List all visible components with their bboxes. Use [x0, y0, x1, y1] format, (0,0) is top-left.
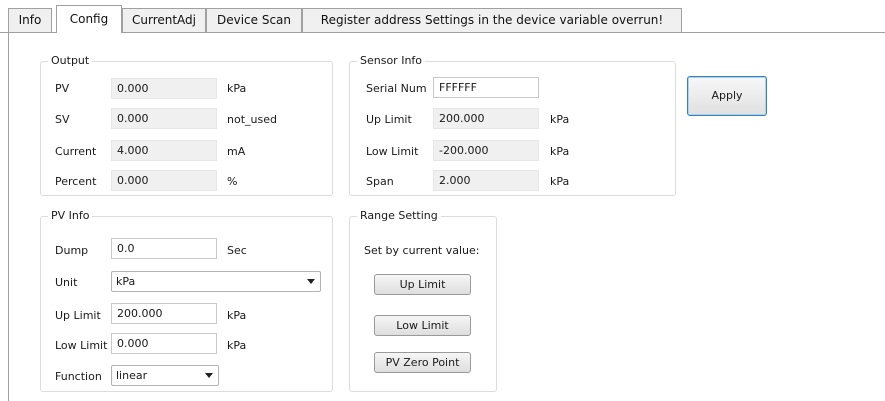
sv-unit: not_used — [227, 113, 277, 126]
span-unit: kPa — [550, 175, 570, 188]
function-label: Function — [55, 370, 102, 383]
sv-value: 0.000 — [111, 108, 217, 129]
function-select-value: linear — [116, 369, 148, 382]
pv-up-limit-label: Up Limit — [55, 309, 101, 322]
span-value: 2.000 — [433, 170, 539, 191]
output-group-title: Output — [48, 54, 93, 67]
serial-num-label: Serial Num — [366, 82, 427, 95]
apply-button[interactable]: Apply — [687, 76, 767, 116]
percent-unit: % — [227, 175, 238, 188]
sensor-info-title: Sensor Info — [357, 54, 426, 67]
pv-low-limit-unit: kPa — [227, 339, 247, 352]
dump-input[interactable]: 0.0 — [111, 238, 217, 259]
output-group: Output PV 0.000 kPa SV 0.000 not_used Cu… — [40, 54, 333, 196]
percent-label: Percent — [55, 175, 97, 188]
function-select[interactable]: linear — [111, 365, 219, 386]
tab-separator — [0, 32, 885, 33]
pv-unit: kPa — [227, 82, 247, 95]
dump-unit: Sec — [227, 244, 247, 257]
range-setting-group: Range Setting Set by current value: Up L… — [349, 209, 497, 392]
current-unit: mA — [227, 145, 246, 158]
pv-up-limit-unit: kPa — [227, 309, 247, 322]
pv-low-limit-input[interactable]: 0.000 — [111, 333, 217, 354]
sensor-up-limit-value: 200.000 — [433, 108, 539, 129]
pv-label: PV — [55, 82, 70, 95]
unit-select-value: kPa — [116, 275, 136, 288]
pv-zero-point-button[interactable]: PV Zero Point — [374, 352, 471, 373]
pv-value: 0.000 — [111, 78, 217, 99]
sensor-low-limit-label: Low Limit — [366, 145, 419, 158]
tab-register-address[interactable]: Register address Settings in the device … — [302, 8, 682, 32]
pv-low-limit-label: Low Limit — [55, 339, 108, 352]
range-setting-caption: Set by current value: — [364, 244, 480, 257]
sensor-low-limit-value: -200.000 — [433, 140, 539, 161]
pv-up-limit-input[interactable]: 200.000 — [111, 303, 217, 324]
tab-currentadj[interactable]: CurrentAdj — [122, 8, 206, 32]
serial-num-input[interactable]: FFFFFF — [433, 77, 539, 98]
chevron-down-icon — [205, 373, 213, 378]
sv-label: SV — [55, 113, 70, 126]
dump-label: Dump — [55, 244, 89, 257]
current-label: Current — [55, 145, 97, 158]
pv-info-title: PV Info — [48, 209, 93, 222]
tab-info[interactable]: Info — [8, 8, 52, 32]
low-limit-button[interactable]: Low Limit — [374, 315, 471, 336]
sensor-up-limit-unit: kPa — [550, 113, 570, 126]
up-limit-button[interactable]: Up Limit — [374, 274, 471, 295]
percent-value: 0.000 — [111, 170, 217, 191]
pv-info-group: PV Info Dump 0.0 Sec Unit kPa Up Limit 2… — [40, 209, 333, 392]
sensor-info-group: Sensor Info Serial Num FFFFFF Up Limit 2… — [349, 54, 676, 196]
config-panel: Output PV 0.000 kPa SV 0.000 not_used Cu… — [8, 32, 885, 401]
unit-label: Unit — [55, 276, 78, 289]
chevron-down-icon — [307, 279, 315, 284]
span-label: Span — [366, 175, 394, 188]
sensor-low-limit-unit: kPa — [550, 145, 570, 158]
range-setting-title: Range Setting — [357, 209, 441, 222]
current-value: 4.000 — [111, 140, 217, 161]
tab-config[interactable]: Config — [56, 5, 122, 33]
sensor-up-limit-label: Up Limit — [366, 113, 412, 126]
tab-device-scan[interactable]: Device Scan — [206, 8, 302, 32]
unit-select[interactable]: kPa — [111, 271, 321, 292]
